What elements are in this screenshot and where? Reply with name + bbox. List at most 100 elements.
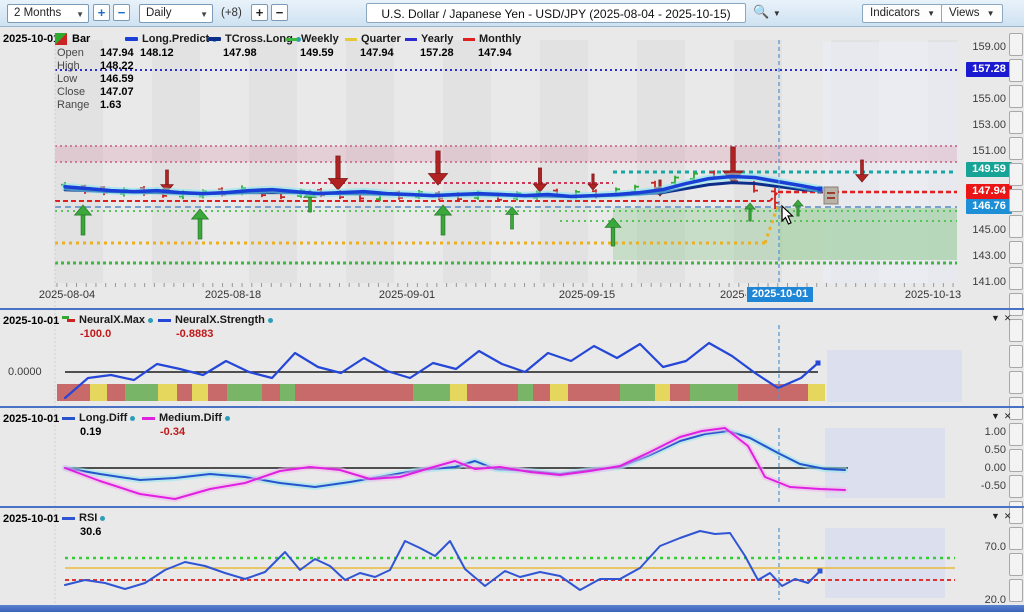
panel-separator[interactable] bbox=[0, 406, 1024, 408]
legend-swatch-icon bbox=[158, 319, 171, 322]
x-axis-label: 2025-10-13 bbox=[905, 289, 961, 301]
panel-date-label: 2025-10-01 bbox=[3, 413, 59, 425]
close-panel-icon[interactable]: ✕ bbox=[1004, 511, 1016, 521]
panel-controls: ▼✕ bbox=[991, 511, 1015, 522]
side-panel-tab[interactable] bbox=[1009, 449, 1023, 472]
panel-legend-value: 0.19 bbox=[80, 426, 101, 438]
x-axis-label: 2025-09-15 bbox=[559, 289, 615, 301]
price-badge: 157.28 bbox=[966, 62, 1012, 77]
panel-legend-rsi[interactable]: RSI bbox=[62, 512, 105, 524]
y-axis-label: 155.00 bbox=[962, 93, 1006, 105]
legend-label: Long.Predict bbox=[142, 33, 209, 45]
x-axis-label: 2025-08-18 bbox=[205, 289, 261, 301]
price-badge: 146.76 bbox=[966, 199, 1012, 214]
collapse-panel-icon[interactable]: ▼ bbox=[991, 411, 1004, 421]
ohlc-range-value: 1.63 bbox=[100, 99, 121, 111]
panel-date-label: 2025-10-01 bbox=[3, 315, 59, 327]
bar-series-label[interactable]: Bar bbox=[72, 33, 90, 45]
legend-swatch-icon bbox=[208, 37, 221, 41]
selected-date-badge[interactable]: 2025-10-01 bbox=[747, 287, 813, 302]
side-panel-tab[interactable] bbox=[1009, 345, 1023, 368]
panel-legend-value: -100.0 bbox=[80, 328, 111, 340]
ohlc-open-label: Open bbox=[57, 47, 84, 59]
panel-controls: ▼✕ bbox=[991, 313, 1015, 324]
y-axis-label: 151.00 bbox=[962, 145, 1006, 157]
legend-label: NeuralX.Strength bbox=[175, 314, 265, 326]
side-panel-tab[interactable] bbox=[1009, 423, 1023, 446]
ohlc-low-label: Low bbox=[57, 73, 77, 85]
panel-separator[interactable] bbox=[0, 506, 1024, 508]
legend-label: Monthly bbox=[479, 33, 521, 45]
cursor-date-label: 2025-10-01 bbox=[3, 33, 59, 45]
legend-label: RSI bbox=[79, 512, 97, 524]
ohlc-high-label: High bbox=[57, 60, 80, 72]
info-dot-icon[interactable] bbox=[268, 318, 273, 323]
side-panel-tab[interactable] bbox=[1009, 241, 1023, 264]
panel-date-label: 2025-10-01 bbox=[3, 513, 59, 525]
side-panel-tab[interactable] bbox=[1009, 553, 1023, 576]
legend-value: 149.59 bbox=[300, 47, 334, 59]
price-badge: 149.59 bbox=[966, 162, 1012, 177]
side-panel-tab[interactable] bbox=[1009, 189, 1023, 212]
panel-controls: ▼✕ bbox=[991, 411, 1015, 422]
collapse-panel-icon[interactable]: ▼ bbox=[991, 313, 1004, 323]
legend-label: Quarter bbox=[361, 33, 401, 45]
legend-item-quarter[interactable]: Quarter bbox=[345, 33, 401, 45]
collapse-panel-icon[interactable]: ▼ bbox=[991, 511, 1004, 521]
legend-item-yearly[interactable]: Yearly bbox=[405, 33, 453, 45]
info-dot-icon[interactable] bbox=[225, 416, 230, 421]
side-panel-tab[interactable] bbox=[1009, 267, 1023, 290]
side-panel-tab[interactable] bbox=[1009, 371, 1023, 394]
panel-legend-medium.diff[interactable]: Medium.Diff bbox=[142, 412, 230, 424]
ohlc-range-label: Range bbox=[57, 99, 89, 111]
ohlc-open-value: 147.94 bbox=[100, 47, 134, 59]
side-panel-tab[interactable] bbox=[1009, 111, 1023, 134]
panel-axis-label: 70.0 bbox=[962, 541, 1006, 553]
side-panel-tab[interactable] bbox=[1009, 527, 1023, 550]
panel-legend-neuralx.strength[interactable]: NeuralX.Strength bbox=[158, 314, 273, 326]
x-axis-label-partial: 2025- bbox=[720, 289, 746, 301]
panel-separator[interactable] bbox=[0, 308, 1024, 310]
info-dot-icon[interactable] bbox=[148, 318, 153, 323]
y-axis-label: 153.00 bbox=[962, 119, 1006, 131]
side-panel-tab[interactable] bbox=[1009, 215, 1023, 238]
legend-label: TCross.Long bbox=[225, 33, 293, 45]
panel-axis-label: 0.00 bbox=[962, 462, 1006, 474]
side-panel-tab[interactable] bbox=[1009, 33, 1023, 56]
legend-swatch-icon bbox=[125, 37, 138, 41]
side-panel-tab[interactable] bbox=[1009, 137, 1023, 160]
panel-zero-label: 0.0000 bbox=[8, 366, 42, 378]
legend-swatch-icon bbox=[345, 38, 357, 41]
legend-swatch-icon bbox=[285, 38, 297, 41]
panel-legend-long.diff[interactable]: Long.Diff bbox=[62, 412, 135, 424]
legend-value: 147.98 bbox=[223, 47, 257, 59]
side-panel-tab[interactable] bbox=[1009, 59, 1023, 82]
legend-label: Medium.Diff bbox=[159, 412, 222, 424]
legend-label: Long.Diff bbox=[79, 412, 127, 424]
panel-legend-neuralx.max[interactable]: NeuralX.Max bbox=[62, 314, 153, 326]
side-panel-tab[interactable] bbox=[1009, 85, 1023, 108]
side-panel-tab[interactable] bbox=[1009, 475, 1023, 498]
trading-app-window: 2 Months ▼ + − Daily ▼ (+8) + − U.S. Dol… bbox=[0, 0, 1024, 612]
legend-item-long.predict[interactable]: Long.Predict bbox=[125, 33, 217, 45]
legend-swatch-icon bbox=[62, 316, 75, 324]
window-bottom-bar bbox=[0, 605, 1024, 612]
side-panel-tab[interactable] bbox=[1009, 163, 1023, 186]
chart-graphics[interactable] bbox=[0, 0, 1024, 612]
ohlc-close-label: Close bbox=[57, 86, 85, 98]
panel-legend-value: -0.34 bbox=[160, 426, 185, 438]
legend-item-weekly[interactable]: Weekly bbox=[285, 33, 339, 45]
legend-swatch-icon bbox=[62, 517, 75, 520]
ohlc-close-value: 147.07 bbox=[100, 86, 134, 98]
info-dot-icon[interactable] bbox=[100, 516, 105, 521]
panel-legend-value: -0.8883 bbox=[176, 328, 213, 340]
legend-item-monthly[interactable]: Monthly bbox=[463, 33, 521, 45]
y-axis-label: 141.00 bbox=[962, 276, 1006, 288]
close-panel-icon[interactable]: ✕ bbox=[1004, 411, 1016, 421]
close-panel-icon[interactable]: ✕ bbox=[1004, 313, 1016, 323]
info-dot-icon[interactable] bbox=[130, 416, 135, 421]
legend-value: 147.94 bbox=[360, 47, 394, 59]
side-panel-tab[interactable] bbox=[1009, 579, 1023, 602]
panel-axis-label: -0.50 bbox=[962, 480, 1006, 492]
legend-label: Weekly bbox=[301, 33, 339, 45]
